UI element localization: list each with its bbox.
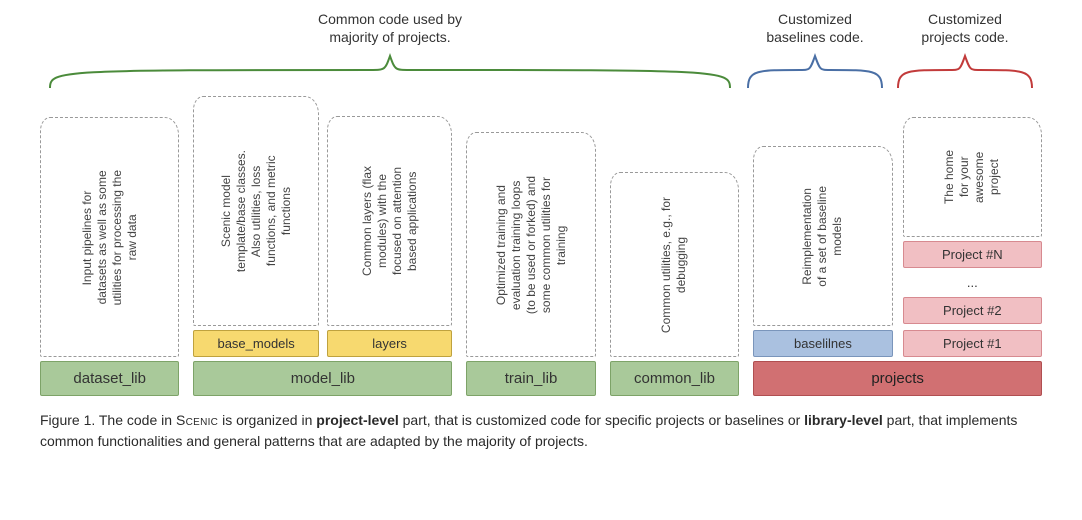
caption-scenic: Scenic bbox=[176, 412, 218, 428]
desc-base-models: Scenic model template/base classes. Also… bbox=[193, 96, 318, 326]
project-ellipsis: ... bbox=[903, 274, 1042, 291]
brace-baselines bbox=[740, 50, 890, 90]
desc-train: Optimized training and evaluation traini… bbox=[466, 132, 595, 357]
col-train: Optimized training and evaluation traini… bbox=[466, 132, 595, 396]
caption-bold1: project-level bbox=[316, 412, 398, 428]
desc-train-text: Optimized training and evaluation traini… bbox=[494, 176, 569, 314]
figure-caption: Figure 1. The code in Scenic is organize… bbox=[40, 410, 1042, 451]
sub-base-models: base_models bbox=[193, 330, 318, 357]
top-label-common: Common code used by majority of projects… bbox=[40, 10, 740, 46]
base-common-lib: common_lib bbox=[610, 361, 739, 396]
project-2: Project #2 bbox=[903, 297, 1042, 324]
col-dataset: Input pipelines for datasets as well as … bbox=[40, 117, 179, 396]
desc-common: Common utilities, e.g., for debugging bbox=[610, 172, 739, 357]
base-model-lib: model_lib bbox=[193, 361, 452, 396]
caption-mid1: is organized in bbox=[218, 412, 316, 428]
sub-baselines: baselilnes bbox=[753, 330, 892, 357]
top-label-baselines: Customized baselines code. bbox=[740, 10, 890, 46]
brace-projects bbox=[890, 50, 1040, 90]
columns: Input pipelines for datasets as well as … bbox=[40, 96, 1042, 396]
desc-layers: Common layers (flax modules) with the fo… bbox=[327, 116, 452, 326]
desc-project-home: The home for your awesome project bbox=[903, 117, 1042, 237]
brace-row bbox=[40, 50, 1042, 90]
desc-baselines-text: Reimplementation of a set of baseline mo… bbox=[800, 186, 845, 287]
sub-layers: layers bbox=[327, 330, 452, 357]
project-n: Project #N bbox=[903, 241, 1042, 268]
desc-layers-text: Common layers (flax modules) with the fo… bbox=[360, 166, 420, 276]
caption-mid2: part, that is customized code for specif… bbox=[399, 412, 804, 428]
col-projects-group: Reimplementation of a set of baseline mo… bbox=[753, 117, 1042, 396]
brace-common bbox=[40, 50, 740, 90]
base-projects: projects bbox=[753, 361, 1042, 396]
desc-base-models-text: Scenic model template/base classes. Also… bbox=[219, 150, 294, 272]
desc-baselines: Reimplementation of a set of baseline mo… bbox=[753, 146, 892, 326]
desc-dataset-text: Input pipelines for datasets as well as … bbox=[80, 170, 140, 305]
base-dataset-lib: dataset_lib bbox=[40, 361, 179, 396]
top-label-projects: Customized projects code. bbox=[890, 10, 1040, 46]
col-model: Scenic model template/base classes. Also… bbox=[193, 96, 452, 396]
desc-project-home-text: The home for your awesome project bbox=[942, 150, 1002, 204]
project-1: Project #1 bbox=[903, 330, 1042, 357]
base-train-lib: train_lib bbox=[466, 361, 595, 396]
desc-dataset: Input pipelines for datasets as well as … bbox=[40, 117, 179, 357]
top-label-row: Common code used by majority of projects… bbox=[40, 10, 1042, 46]
caption-bold2: library-level bbox=[804, 412, 883, 428]
desc-common-text: Common utilities, e.g., for debugging bbox=[659, 197, 689, 333]
col-common: Common utilities, e.g., for debugging co… bbox=[610, 172, 739, 396]
caption-prefix: Figure 1. The code in bbox=[40, 412, 176, 428]
